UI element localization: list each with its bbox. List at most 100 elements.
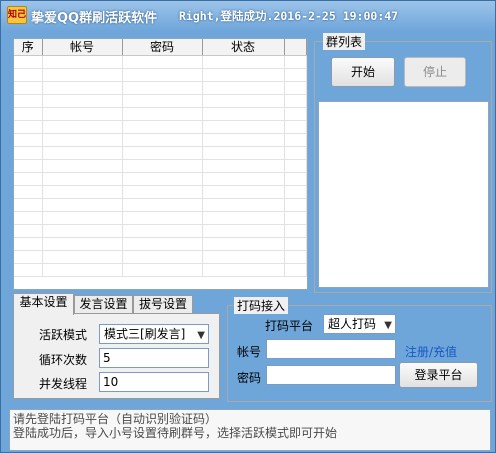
table-row[interactable] xyxy=(14,237,307,251)
log-line: 登陆成功后，导入小号设置待刷群号，选择活跃模式即可开始 xyxy=(13,426,338,440)
loop-count-input[interactable] xyxy=(99,348,209,368)
table-cell xyxy=(14,224,43,238)
table-body xyxy=(14,55,307,277)
table-cell xyxy=(202,263,285,277)
table-cell xyxy=(42,211,123,225)
table-cell xyxy=(14,159,43,173)
log-line: 请先登陆打码平台（自动识别验证码） xyxy=(13,412,218,426)
table-cell xyxy=(284,198,307,212)
table-cell xyxy=(202,172,285,186)
column-header-account[interactable]: 帐号 xyxy=(42,39,123,56)
group-list[interactable] xyxy=(318,101,489,288)
table-row[interactable] xyxy=(14,146,307,160)
thread-count-label: 并发线程 xyxy=(39,377,88,391)
column-header-index[interactable]: 序 xyxy=(14,39,43,56)
table-cell xyxy=(122,211,203,225)
captcha-password-input[interactable] xyxy=(266,365,396,385)
window-title: 挚爱QQ群刷活跃软件 xyxy=(31,11,158,26)
register-recharge-link[interactable]: 注册/充值 xyxy=(405,343,457,360)
table-cell xyxy=(42,185,123,199)
table-cell xyxy=(284,120,307,134)
mode-label: 活跃模式 xyxy=(39,328,88,342)
table-cell xyxy=(14,211,43,225)
title-bar[interactable]: 知己 挚爱QQ群刷活跃软件 Right,登陆成功.2016-2-25 19:00… xyxy=(1,1,495,29)
table-cell xyxy=(14,263,43,277)
account-grid[interactable]: 序 帐号 密码 状态 xyxy=(14,39,307,277)
table-cell xyxy=(42,94,123,108)
table-row[interactable] xyxy=(14,263,307,277)
column-header-password[interactable]: 密码 xyxy=(122,39,203,56)
table-cell xyxy=(122,237,203,251)
table-cell xyxy=(122,198,203,212)
table-row[interactable] xyxy=(14,120,307,134)
captcha-group-title: 打码接入 xyxy=(234,297,289,314)
table-cell xyxy=(202,250,285,264)
table-cell xyxy=(202,159,285,173)
table-row[interactable] xyxy=(14,133,307,147)
table-cell xyxy=(202,146,285,160)
table-cell xyxy=(14,250,43,264)
table-header-row: 序 帐号 密码 状态 xyxy=(14,39,307,56)
chevron-down-icon: ▼ xyxy=(384,320,392,331)
column-header-status[interactable]: 状态 xyxy=(202,39,285,56)
thread-count-input[interactable] xyxy=(99,372,209,392)
table-row[interactable] xyxy=(14,81,307,95)
captcha-account-input[interactable] xyxy=(266,339,396,359)
table-row[interactable] xyxy=(14,250,307,264)
group-list-title: 群列表 xyxy=(323,33,366,50)
table-cell xyxy=(122,185,203,199)
table-cell xyxy=(202,81,285,95)
tab-dial-settings[interactable]: 拔号设置 xyxy=(133,295,193,314)
table-cell xyxy=(42,198,123,212)
table-cell xyxy=(284,159,307,173)
tab-basic-settings[interactable]: 基本设置 xyxy=(13,293,74,315)
table-row[interactable] xyxy=(14,55,307,69)
table-cell xyxy=(284,94,307,108)
table-cell xyxy=(42,81,123,95)
captcha-platform-value: 超人打码 xyxy=(328,317,377,331)
captcha-platform-label: 打码平台 xyxy=(265,319,314,333)
captcha-platform-select[interactable]: 超人打码 ▼ xyxy=(323,314,396,334)
table-cell xyxy=(14,120,43,134)
account-table[interactable]: 序 帐号 密码 状态 xyxy=(13,38,308,290)
table-cell xyxy=(14,81,43,95)
tab-speech-settings[interactable]: 发言设置 xyxy=(74,295,133,314)
table-row[interactable] xyxy=(14,107,307,121)
table-cell xyxy=(122,159,203,173)
table-cell xyxy=(284,237,307,251)
table-cell xyxy=(122,250,203,264)
table-row[interactable] xyxy=(14,68,307,82)
table-cell xyxy=(122,263,203,277)
table-row[interactable] xyxy=(14,224,307,238)
table-cell xyxy=(202,133,285,147)
table-row[interactable] xyxy=(14,94,307,108)
table-cell xyxy=(284,263,307,277)
table-cell xyxy=(122,146,203,160)
table-cell xyxy=(284,146,307,160)
table-cell xyxy=(122,55,203,69)
log-output[interactable]: 请先登陆打码平台（自动识别验证码） 登陆成功后，导入小号设置待刷群号，选择活跃模… xyxy=(9,409,491,451)
main-window: 知己 挚爱QQ群刷活跃软件 Right,登陆成功.2016-2-25 19:00… xyxy=(0,0,496,453)
table-row[interactable] xyxy=(14,172,307,186)
table-cell xyxy=(122,120,203,134)
table-row[interactable] xyxy=(14,185,307,199)
stop-button[interactable]: 停止 xyxy=(404,57,466,87)
table-cell xyxy=(42,224,123,238)
table-cell xyxy=(202,198,285,212)
table-cell xyxy=(284,107,307,121)
table-cell xyxy=(202,211,285,225)
table-row[interactable] xyxy=(14,159,307,173)
table-cell xyxy=(202,120,285,134)
start-button[interactable]: 开始 xyxy=(331,57,395,87)
table-row[interactable] xyxy=(14,198,307,212)
captcha-password-label: 密码 xyxy=(237,371,262,385)
login-platform-button[interactable]: 登录平台 xyxy=(399,362,478,388)
table-cell xyxy=(284,250,307,264)
mode-select[interactable]: 模式三[刷发言] ▼ xyxy=(99,324,209,344)
table-cell xyxy=(284,68,307,82)
table-row[interactable] xyxy=(14,211,307,225)
app-icon: 知己 xyxy=(7,6,27,24)
table-cell xyxy=(122,133,203,147)
table-cell xyxy=(122,172,203,186)
mode-select-value: 模式三[刷发言] xyxy=(104,327,186,341)
